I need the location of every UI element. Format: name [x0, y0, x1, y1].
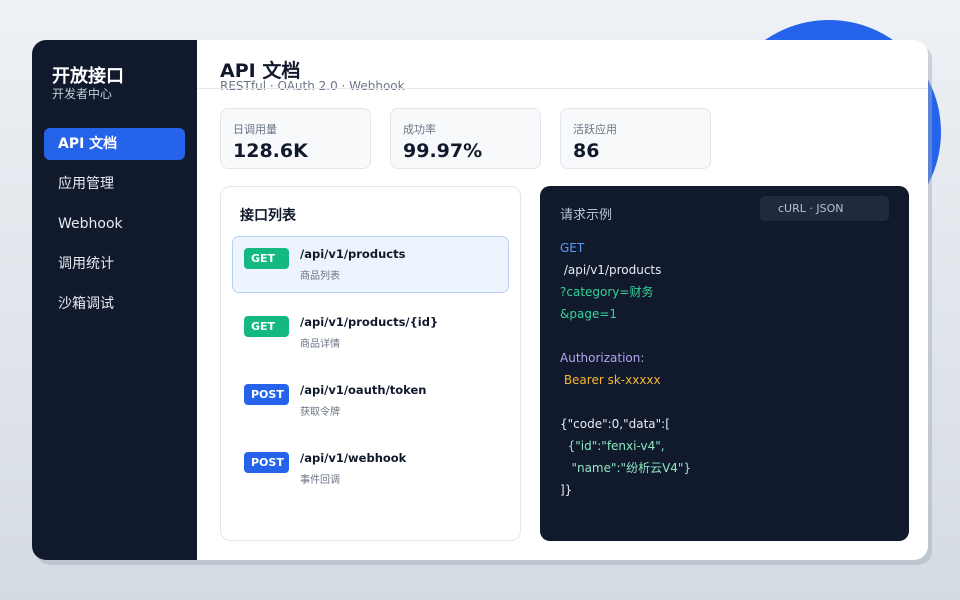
sidebar-item-sandbox[interactable]: 沙箱调试 — [44, 288, 185, 320]
api-path: /api/v1/products — [300, 247, 406, 261]
stat-value: 128.6K — [233, 140, 308, 162]
code-line: Bearer sk-xxxxx — [560, 373, 661, 387]
code-line: /api/v1/products — [560, 263, 662, 277]
request-example-title: 请求示例 — [560, 208, 613, 223]
stat-label: 活跃应用 — [573, 123, 617, 136]
api-item-webhook[interactable]: POST /api/v1/webhook 事件回调 — [232, 440, 509, 497]
api-item-product-detail[interactable]: GET /api/v1/products/{id} 商品详情 — [232, 304, 509, 361]
method-badge: POST — [244, 384, 289, 405]
api-item-oauth-token[interactable]: POST /api/v1/oauth/token 获取令牌 — [232, 372, 509, 429]
api-list-title: 接口列表 — [240, 208, 296, 224]
api-path: /api/v1/webhook — [300, 451, 407, 465]
method-badge: GET — [244, 248, 289, 269]
page-subtitle: RESTful · OAuth 2.0 · Webhook — [220, 79, 405, 93]
sidebar-item-api-docs[interactable]: API 文档 — [44, 128, 185, 160]
api-item-products[interactable]: GET /api/v1/products 商品列表 — [232, 236, 509, 293]
sidebar: 开放接口 开发者中心 API 文档 应用管理 Webhook 调用统计 沙箱调试 — [32, 40, 197, 560]
method-badge: POST — [244, 452, 289, 473]
code-line: {"id":"fenxi-v4", — [560, 439, 665, 453]
method-badge: GET — [244, 316, 289, 337]
main-content: API 文档 RESTful · OAuth 2.0 · Webhook 日调用… — [197, 40, 928, 560]
request-example-panel: 请求示例 cURL · JSON GET /api/v1/products ?c… — [540, 186, 909, 541]
sidebar-nav: API 文档 应用管理 Webhook 调用统计 沙箱调试 — [44, 128, 185, 328]
api-path: /api/v1/products/{id} — [300, 315, 439, 329]
code-line: "name":"纷析云V4"} — [560, 461, 692, 475]
code-line: Authorization: — [560, 351, 645, 365]
stat-card-active-apps: 活跃应用 86 — [560, 108, 711, 169]
api-description: 商品详情 — [300, 339, 340, 350]
sidebar-item-app-management[interactable]: 应用管理 — [44, 168, 185, 200]
code-line: {"code":0,"data":[ — [560, 417, 670, 431]
code-line: ?category=财务 — [560, 285, 654, 299]
format-tag[interactable]: cURL · JSON — [760, 196, 889, 221]
app-window: 开放接口 开发者中心 API 文档 应用管理 Webhook 调用统计 沙箱调试… — [32, 40, 928, 560]
stat-card-daily-calls: 日调用量 128.6K — [220, 108, 371, 169]
code-line: GET — [560, 241, 585, 255]
stat-label: 日调用量 — [233, 123, 277, 136]
api-path: /api/v1/oauth/token — [300, 383, 427, 397]
sidebar-item-call-stats[interactable]: 调用统计 — [44, 248, 185, 280]
header-divider — [197, 88, 928, 89]
code-line: ]} — [560, 483, 573, 497]
brand-subtitle: 开发者中心 — [52, 87, 113, 101]
api-list-panel: 接口列表 GET /api/v1/products 商品列表 GET /api/… — [220, 186, 521, 541]
code-block: GET /api/v1/products ?category=财务 &page=… — [560, 237, 691, 501]
sidebar-item-webhook[interactable]: Webhook — [44, 208, 185, 240]
api-description: 商品列表 — [300, 271, 340, 282]
stat-value: 86 — [573, 140, 600, 162]
stat-value: 99.97% — [403, 140, 483, 162]
code-line: &page=1 — [560, 307, 618, 321]
stat-card-success-rate: 成功率 99.97% — [390, 108, 541, 169]
stat-label: 成功率 — [403, 123, 436, 136]
api-description: 获取令牌 — [300, 407, 340, 418]
api-description: 事件回调 — [300, 475, 340, 486]
